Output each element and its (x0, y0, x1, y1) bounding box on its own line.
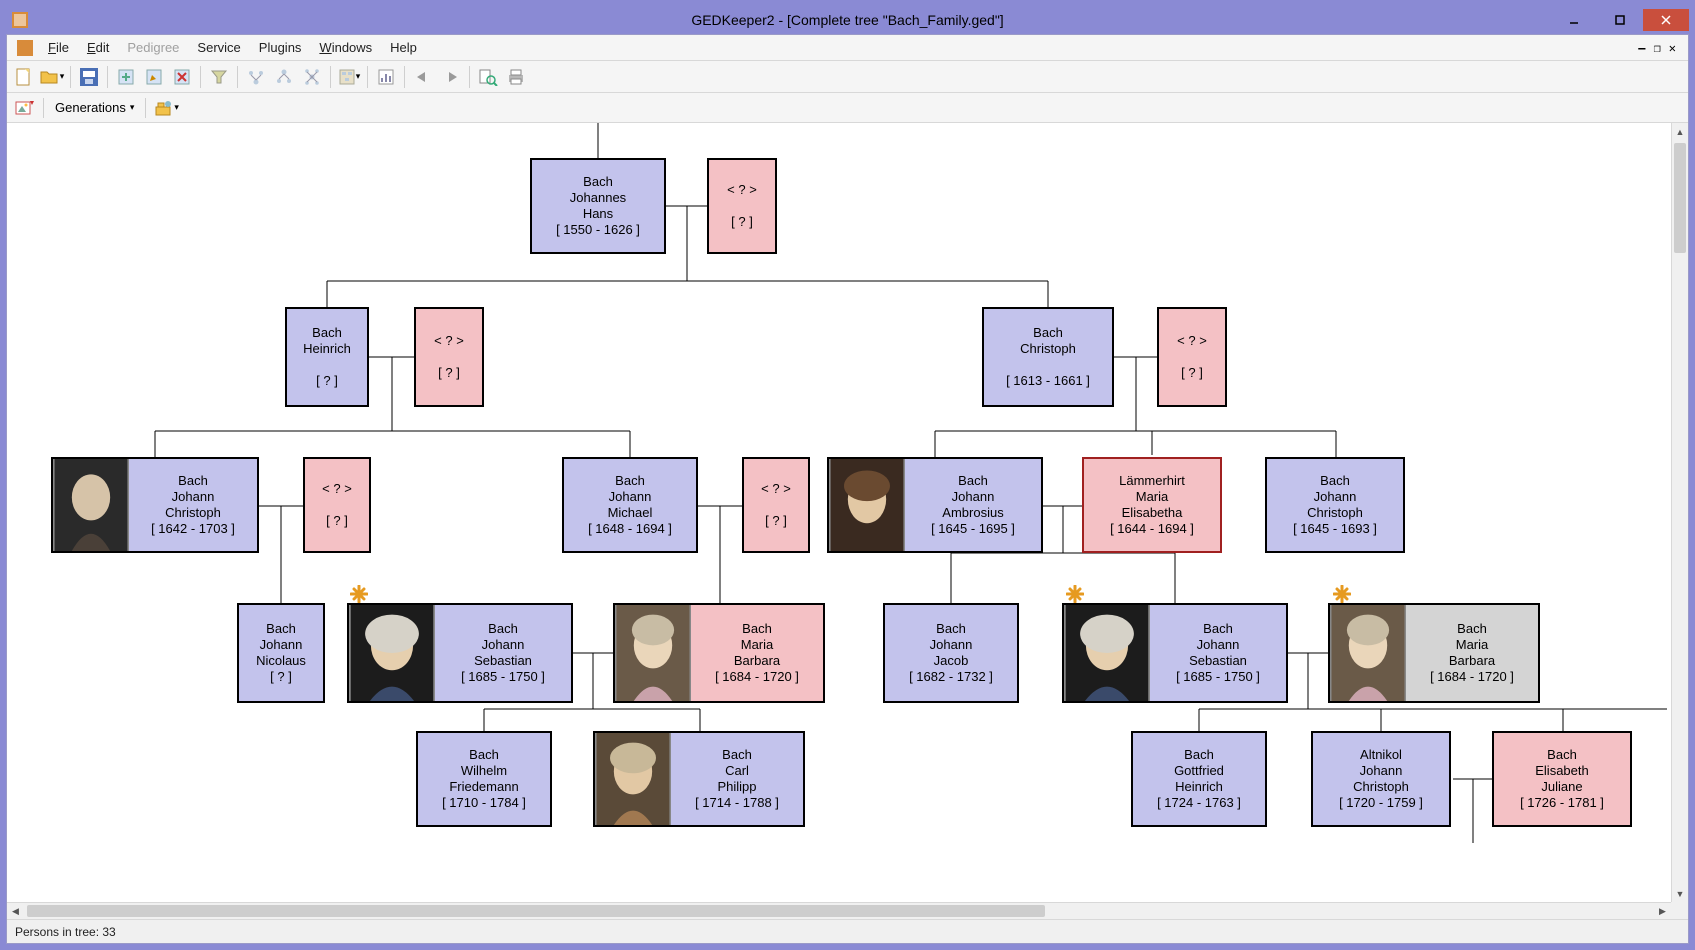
tree-toolbar: Generations ▾ ▾ (7, 93, 1688, 123)
tree-descendants-button[interactable] (271, 64, 297, 90)
mdi-minimize-button[interactable]: — (1638, 41, 1645, 55)
menu-pedigree: Pedigree (118, 37, 188, 58)
tree-both-button[interactable] (299, 64, 325, 90)
save-button[interactable] (76, 64, 102, 90)
person-card[interactable]: < ? >[ ? ] (1157, 307, 1227, 407)
pedigree-chart-button[interactable]: ▾ (336, 64, 362, 90)
menu-windows[interactable]: Windows (310, 37, 381, 58)
person-card[interactable]: < ? >[ ? ] (707, 158, 777, 254)
horizontal-scrollbar[interactable]: ◀ ▶ (7, 902, 1671, 919)
preview-button[interactable] (475, 64, 501, 90)
person-card[interactable]: BachHeinrich[ ? ] (285, 307, 369, 407)
filter-button[interactable] (206, 64, 232, 90)
person-card[interactable]: BachJohannChristoph[ 1645 - 1693 ] (1265, 457, 1405, 553)
status-persons-count: Persons in tree: 33 (15, 925, 116, 939)
titlebar: GEDKeeper2 - [Complete tree "Bach_Family… (6, 6, 1689, 34)
expand-indicator-icon[interactable] (350, 585, 368, 603)
person-card[interactable]: BachGottfriedHeinrich[ 1724 - 1763 ] (1131, 731, 1267, 827)
open-file-button[interactable]: ▾ (39, 64, 65, 90)
close-button[interactable] (1643, 9, 1689, 31)
statusbar: Persons in tree: 33 (7, 919, 1688, 943)
scroll-corner (1671, 902, 1688, 919)
person-card[interactable]: BachJohannesHans[ 1550 - 1626 ] (530, 158, 666, 254)
person-card[interactable]: BachChristoph[ 1613 - 1661 ] (982, 307, 1114, 407)
person-card[interactable]: AltnikolJohannChristoph[ 1720 - 1759 ] (1311, 731, 1451, 827)
person-card[interactable]: < ? >[ ? ] (414, 307, 484, 407)
mdi-close-button[interactable]: ✕ (1669, 41, 1676, 55)
delete-record-button[interactable] (169, 64, 195, 90)
expand-indicator-icon[interactable] (1333, 585, 1351, 603)
app-icon (12, 12, 28, 28)
nav-forward-button[interactable] (438, 64, 464, 90)
menu-file[interactable]: File (39, 37, 78, 58)
new-file-button[interactable] (11, 64, 37, 90)
export-image-button[interactable] (11, 96, 39, 120)
vertical-scrollbar[interactable]: ▲ ▼ (1671, 123, 1688, 902)
menu-service[interactable]: Service (188, 37, 249, 58)
expand-indicator-icon[interactable] (1066, 585, 1084, 603)
mdi-restore-button[interactable]: ❐ (1654, 41, 1661, 55)
person-card[interactable]: BachJohannNicolaus[ ? ] (237, 603, 325, 703)
generations-dropdown[interactable]: Generations ▾ (48, 96, 141, 120)
person-card[interactable]: < ? >[ ? ] (303, 457, 371, 553)
person-card[interactable]: BachCarlPhilipp[ 1714 - 1788 ] (593, 731, 805, 827)
add-record-button[interactable] (113, 64, 139, 90)
person-card[interactable]: BachJohannSebastian[ 1685 - 1750 ] (1062, 603, 1288, 703)
edit-record-button[interactable] (141, 64, 167, 90)
person-card[interactable]: BachElisabethJuliane[ 1726 - 1781 ] (1492, 731, 1632, 827)
tree-canvas[interactable]: BachJohannesHans[ 1550 - 1626 ] < ? >[ ?… (7, 123, 1688, 919)
tree-ancestors-button[interactable] (243, 64, 269, 90)
nav-back-button[interactable] (410, 64, 436, 90)
hscroll-thumb[interactable] (27, 905, 1045, 917)
window-title: GEDKeeper2 - [Complete tree "Bach_Family… (691, 12, 1003, 28)
person-card[interactable]: BachJohannJacob[ 1682 - 1732 ] (883, 603, 1019, 703)
tree-options-button[interactable]: ▾ (150, 96, 183, 120)
person-card[interactable]: BachJohannChristoph[ 1642 - 1703 ] (51, 457, 259, 553)
menubar: File Edit Pedigree Service Plugins Windo… (7, 35, 1688, 61)
person-card[interactable]: < ? >[ ? ] (742, 457, 810, 553)
print-button[interactable] (503, 64, 529, 90)
minimize-button[interactable] (1551, 9, 1597, 31)
person-card[interactable]: BachJohannMichael[ 1648 - 1694 ] (562, 457, 698, 553)
person-card[interactable]: BachMariaBarbara[ 1684 - 1720 ] (613, 603, 825, 703)
menu-help[interactable]: Help (381, 37, 426, 58)
person-card[interactable]: BachJohannAmbrosius[ 1645 - 1695 ] (827, 457, 1043, 553)
main-toolbar: ▾ ▾ (7, 61, 1688, 93)
person-card[interactable]: BachMariaBarbara[ 1684 - 1720 ] (1328, 603, 1540, 703)
doc-icon (17, 40, 33, 56)
person-card[interactable]: BachWilhelmFriedemann[ 1710 - 1784 ] (416, 731, 552, 827)
vscroll-thumb[interactable] (1674, 143, 1686, 253)
person-card[interactable]: BachJohannSebastian[ 1685 - 1750 ] (347, 603, 573, 703)
stats-button[interactable] (373, 64, 399, 90)
person-card[interactable]: LämmerhirtMariaElisabetha[ 1644 - 1694 ] (1082, 457, 1222, 553)
menu-plugins[interactable]: Plugins (250, 37, 311, 58)
menu-edit[interactable]: Edit (78, 37, 118, 58)
maximize-button[interactable] (1597, 9, 1643, 31)
